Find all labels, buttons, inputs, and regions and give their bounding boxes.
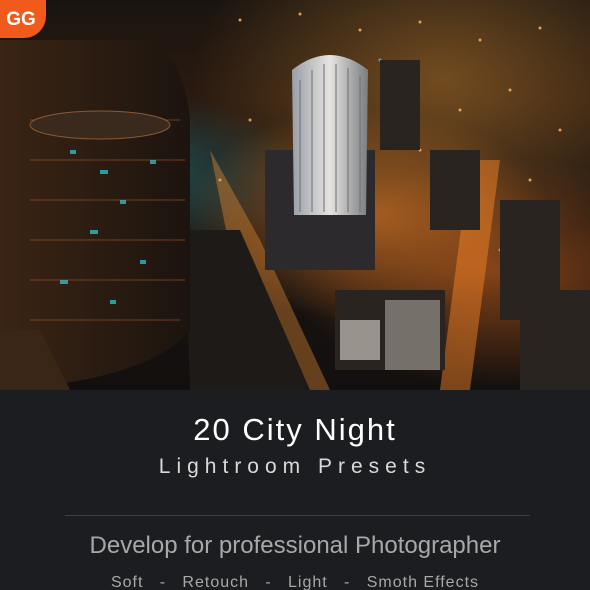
effect-separator: - [327, 574, 367, 590]
effect-item: Smoth Effects [366, 574, 480, 590]
product-title: 20 City Night [193, 412, 397, 447]
effect-item: Light [288, 574, 328, 590]
tagline: Develop for professional Photographer [89, 532, 501, 559]
effects-list: Soft - Retouch - Light - Smoth Effects [0, 574, 590, 590]
effect-item: Retouch [182, 574, 250, 590]
effect-separator: - [249, 574, 289, 590]
info-panel: 20 City Night Lightroom Presets Develop … [0, 390, 590, 590]
effect-separator: - [143, 574, 183, 590]
logo-text: GG [6, 9, 36, 30]
divider [65, 515, 530, 516]
product-subtitle: Lightroom Presets [158, 455, 432, 478]
city-night-illustration [0, 12, 590, 390]
hero-photo [0, 0, 590, 390]
effect-item: Soft [110, 574, 144, 590]
